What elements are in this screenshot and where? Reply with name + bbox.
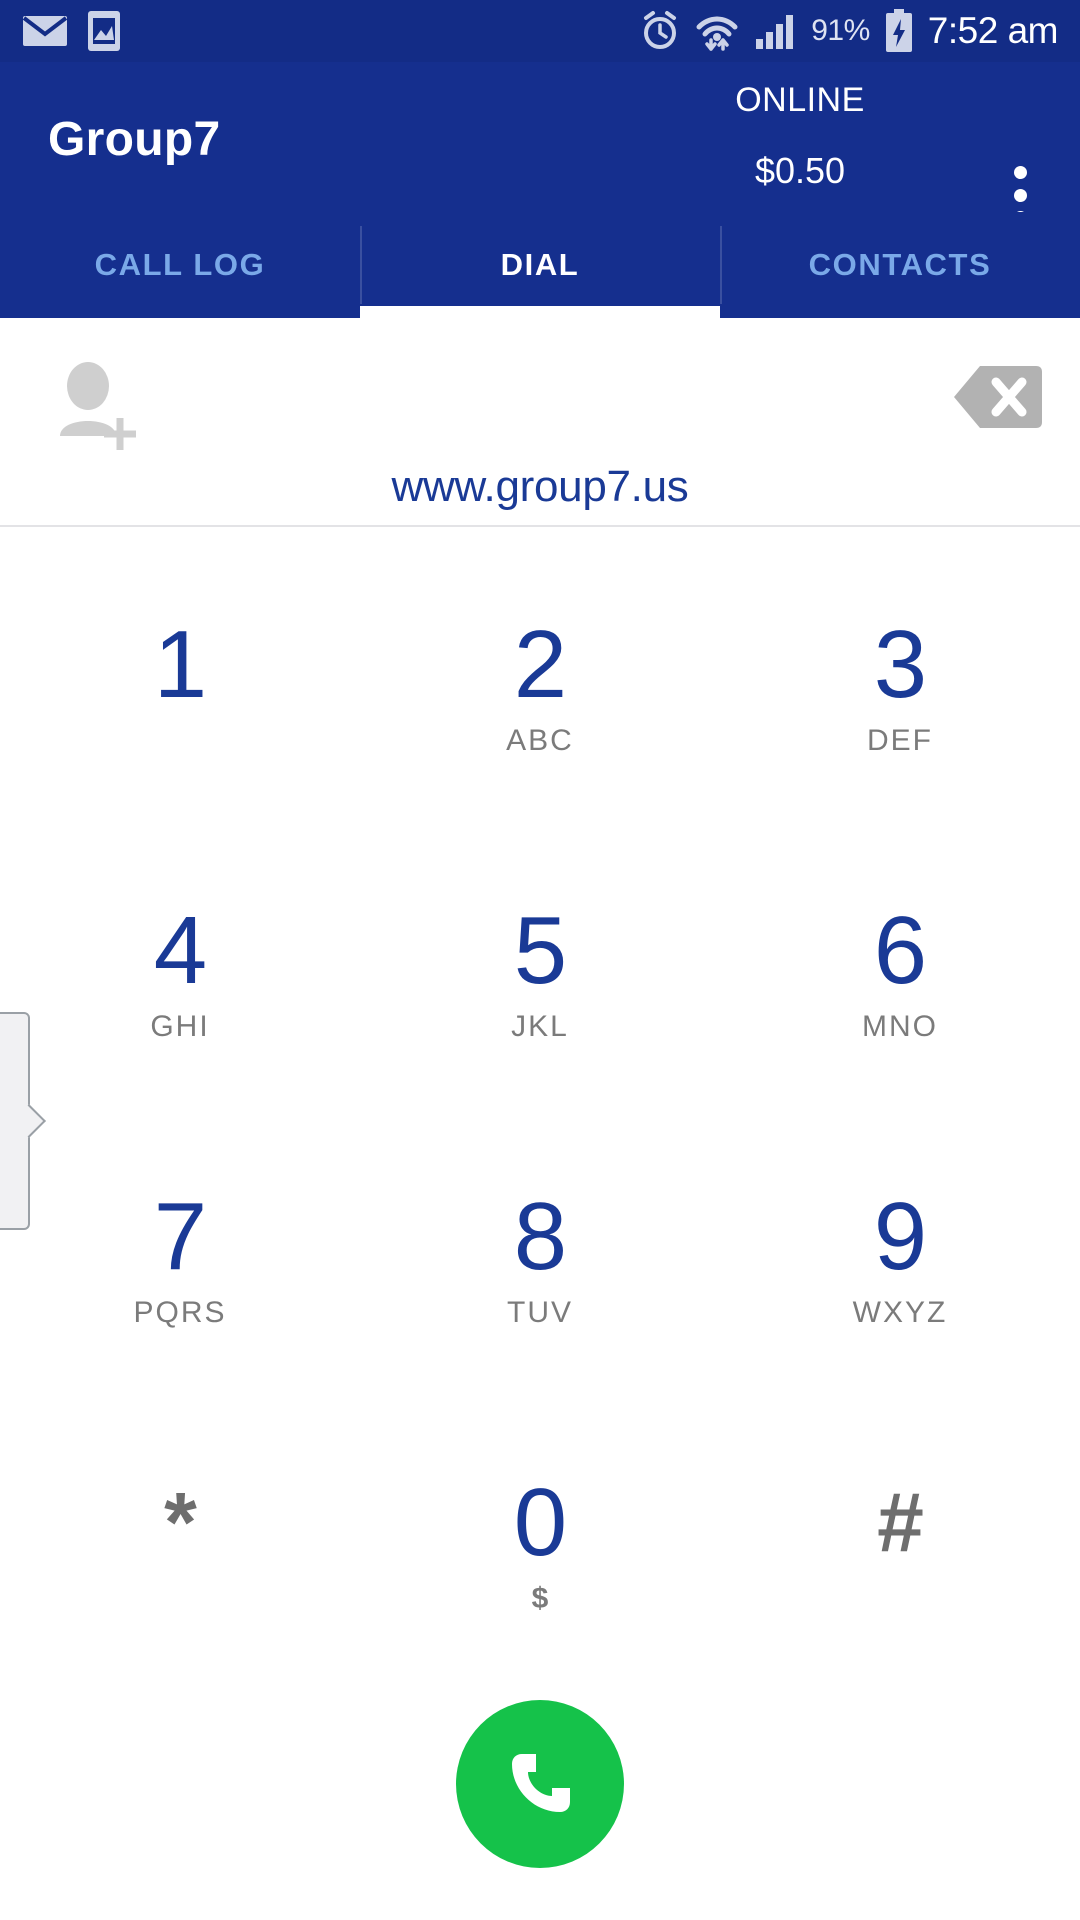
tab-label: DIAL [500,247,580,282]
key-digit: 6 [873,896,927,1004]
key-4[interactable]: 4 GHI [0,831,360,1117]
key-star[interactable]: * [0,1404,360,1690]
status-bar-clock: 7:52 am [927,10,1059,51]
battery-percent: 91% [811,14,870,47]
key-digit: 7 [153,1183,207,1291]
account-balance: $0.50 [754,149,846,191]
dial-display-area: www.group7.us [0,318,1080,526]
key-digit: 5 [513,896,567,1004]
key-digit: 8 [513,1183,567,1291]
key-letters: $ [531,1582,549,1616]
battery-charging-icon [885,9,912,52]
alarm-icon [644,11,677,49]
key-letters: GHI [150,1009,210,1043]
key-letters: DEF [867,723,933,757]
key-digit: 0 [513,1469,567,1577]
dialer-screen: 91% 7:52 am Group7 ONLINE $0.50 CALL LOG… [0,0,1080,1920]
key-1[interactable]: 1 [0,545,360,831]
mail-icon [22,16,68,46]
tab-bar: CALL LOG DIAL CONTACTS [0,212,1080,318]
display-divider [0,525,1080,527]
call-button[interactable] [456,1700,624,1868]
key-3[interactable]: 3 DEF [720,545,1080,831]
status-bar-notifications [22,10,122,52]
key-letters: JKL [511,1009,569,1043]
tab-dial[interactable]: DIAL [360,212,720,318]
key-digit: # [877,1474,924,1569]
tab-call-log[interactable]: CALL LOG [0,212,360,318]
key-digit: 2 [513,610,567,718]
overflow-dot [1013,166,1027,179]
status-bar: 91% 7:52 am [0,0,1080,62]
keypad: 1 2 ABC 3 DEF 4 GHI 5 JKL 6 MNO 7 PQRS 8 [0,545,1080,1690]
key-digit: 1 [153,610,207,718]
key-letters: MNO [862,1009,938,1043]
drawer-handle[interactable] [0,1012,30,1230]
overflow-dot [1013,188,1027,202]
key-9[interactable]: 9 WXYZ [720,1118,1080,1404]
tab-label: CALL LOG [94,247,266,282]
key-digit: 4 [153,896,207,1004]
key-letters: WXYZ [852,1296,948,1330]
backspace-icon[interactable] [952,362,1042,432]
key-0[interactable]: 0 $ [360,1404,720,1690]
key-hash[interactable]: # [720,1404,1080,1690]
status-badge: ONLINE [735,81,865,119]
key-digit: * [164,1474,197,1569]
key-8[interactable]: 8 TUV [360,1118,720,1404]
key-2[interactable]: 2 ABC [360,545,720,831]
key-6[interactable]: 6 MNO [720,831,1080,1117]
wifi-icon [696,16,738,51]
key-letters: ABC [506,723,574,757]
app-bar: Group7 ONLINE $0.50 [0,62,1080,224]
signal-icon [756,15,794,49]
key-digit: 3 [873,610,927,718]
key-digit: 9 [873,1183,927,1291]
add-contact-icon[interactable] [48,356,148,456]
key-7[interactable]: 7 PQRS [0,1118,360,1404]
page-title: Group7 [48,113,221,166]
key-5[interactable]: 5 JKL [360,831,720,1117]
status-bar-system-icons: 91% 7:52 am [639,9,1059,53]
phone-number-input[interactable]: www.group7.us [0,462,1080,512]
account-info: ONLINE $0.50 [640,80,960,192]
tab-label: CONTACTS [808,247,992,282]
key-letters: TUV [507,1296,573,1330]
key-letters: PQRS [133,1296,227,1330]
tab-contacts[interactable]: CONTACTS [720,212,1080,318]
phone-icon [512,1754,570,1812]
screenshot-icon [88,11,120,51]
